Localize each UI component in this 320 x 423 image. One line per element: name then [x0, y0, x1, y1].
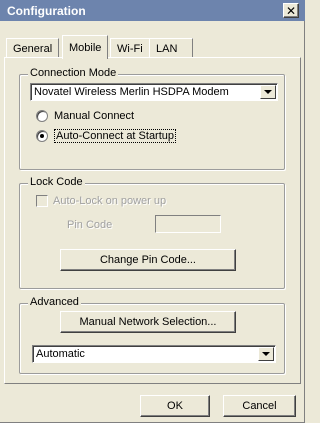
cancel-button[interactable]: Cancel — [223, 395, 296, 417]
lock-code-label: Lock Code — [28, 176, 85, 188]
lock-code-group: Lock Code Auto-Lock on power up Pin Code… — [19, 176, 285, 289]
advanced-group: Advanced Manual Network Selection... Aut… — [19, 296, 285, 374]
tab-wifi[interactable]: Wi-Fi — [110, 38, 150, 58]
radio-manual-connect-label: Manual Connect — [54, 110, 135, 122]
modem-select-value: Novatel Wireless Merlin HSDPA Modem — [34, 86, 229, 98]
window-title: Configuration — [7, 3, 86, 18]
manual-network-selection-button[interactable]: Manual Network Selection... — [60, 311, 236, 333]
network-dropdown-button[interactable] — [258, 347, 274, 361]
pin-code-label: Pin Code — [67, 219, 113, 231]
close-button[interactable]: ✕ — [283, 3, 299, 18]
radio-manual-connect[interactable]: Manual Connect — [36, 110, 134, 122]
chevron-down-icon — [262, 352, 270, 356]
connection-mode-label: Connection Mode — [28, 67, 119, 79]
radio-auto-connect[interactable]: Auto-Connect at Startup — [36, 129, 177, 143]
chevron-down-icon — [264, 90, 272, 94]
network-select-value: Automatic — [36, 348, 85, 360]
pin-code-field[interactable] — [155, 215, 221, 233]
tab-strip: General Mobile Wi-Fi LAN — [0, 35, 305, 59]
autolock-label: Auto-Lock on power up — [53, 195, 167, 207]
title-bar[interactable]: Configuration ✕ — [0, 0, 305, 21]
tab-general[interactable]: General — [6, 38, 60, 58]
radio-auto-connect-label: Auto-Connect at Startup — [54, 129, 177, 143]
connection-mode-group: Connection Mode Novatel Wireless Merlin … — [19, 67, 285, 170]
advanced-label: Advanced — [28, 296, 81, 308]
configuration-dialog: Configuration ✕ General Mobile Wi-Fi LAN… — [0, 0, 305, 423]
change-pin-button[interactable]: Change Pin Code... — [60, 249, 236, 271]
autolock-checkbox-row[interactable]: Auto-Lock on power up — [36, 195, 166, 207]
autolock-checkbox[interactable] — [36, 195, 48, 207]
ok-button[interactable]: OK — [140, 395, 210, 417]
modem-select[interactable]: Novatel Wireless Merlin HSDPA Modem — [30, 83, 278, 101]
network-select[interactable]: Automatic — [32, 345, 276, 363]
tab-mobile[interactable]: Mobile — [62, 35, 109, 59]
tab-lan[interactable]: LAN — [149, 38, 193, 58]
close-icon: ✕ — [285, 3, 297, 18]
radio-manual-connect-button[interactable] — [36, 110, 48, 122]
modem-dropdown-button[interactable] — [260, 85, 276, 99]
radio-auto-connect-button[interactable] — [36, 130, 48, 142]
tab-panel-mobile: Connection Mode Novatel Wireless Merlin … — [4, 57, 301, 384]
